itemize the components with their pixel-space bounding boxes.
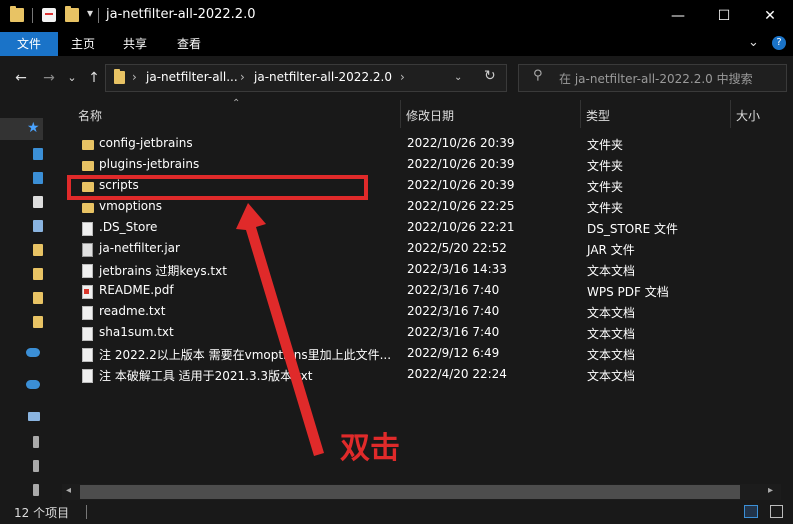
annotation-label: 双击 [340, 431, 400, 466]
